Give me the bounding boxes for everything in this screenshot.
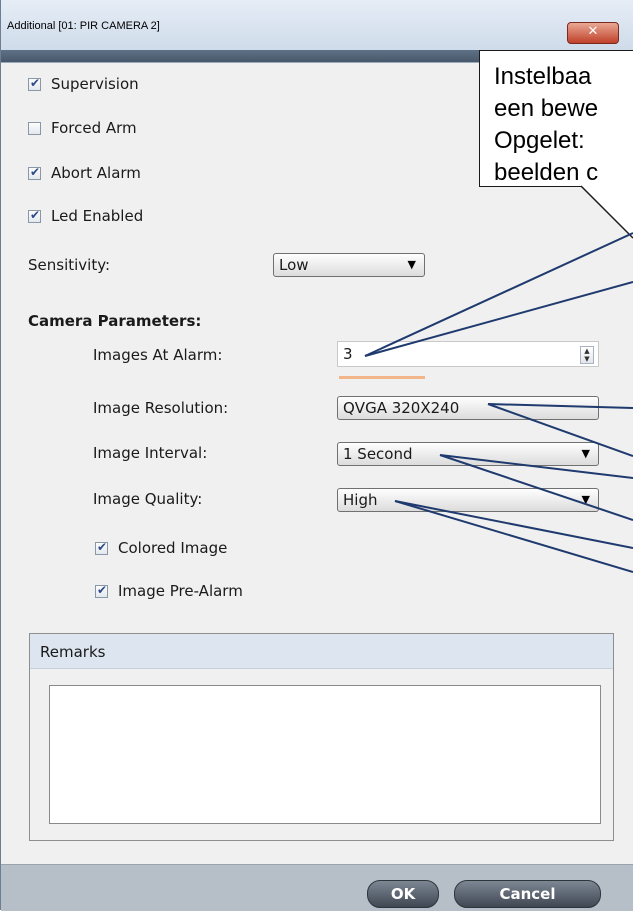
annotation-leader-lines [364, 185, 633, 573]
leader-line-resolution-b [487, 403, 633, 457]
leader-line-interval-b [439, 454, 633, 521]
leader-line-images-at-alarm-b [364, 281, 633, 357]
leader-line-interval-a [439, 454, 633, 479]
leader-line-resolution-a [487, 403, 633, 409]
leader-line-images-at-alarm-a [364, 232, 633, 357]
leader-lines-group [364, 232, 633, 573]
leader-line-quality-b [394, 500, 633, 573]
